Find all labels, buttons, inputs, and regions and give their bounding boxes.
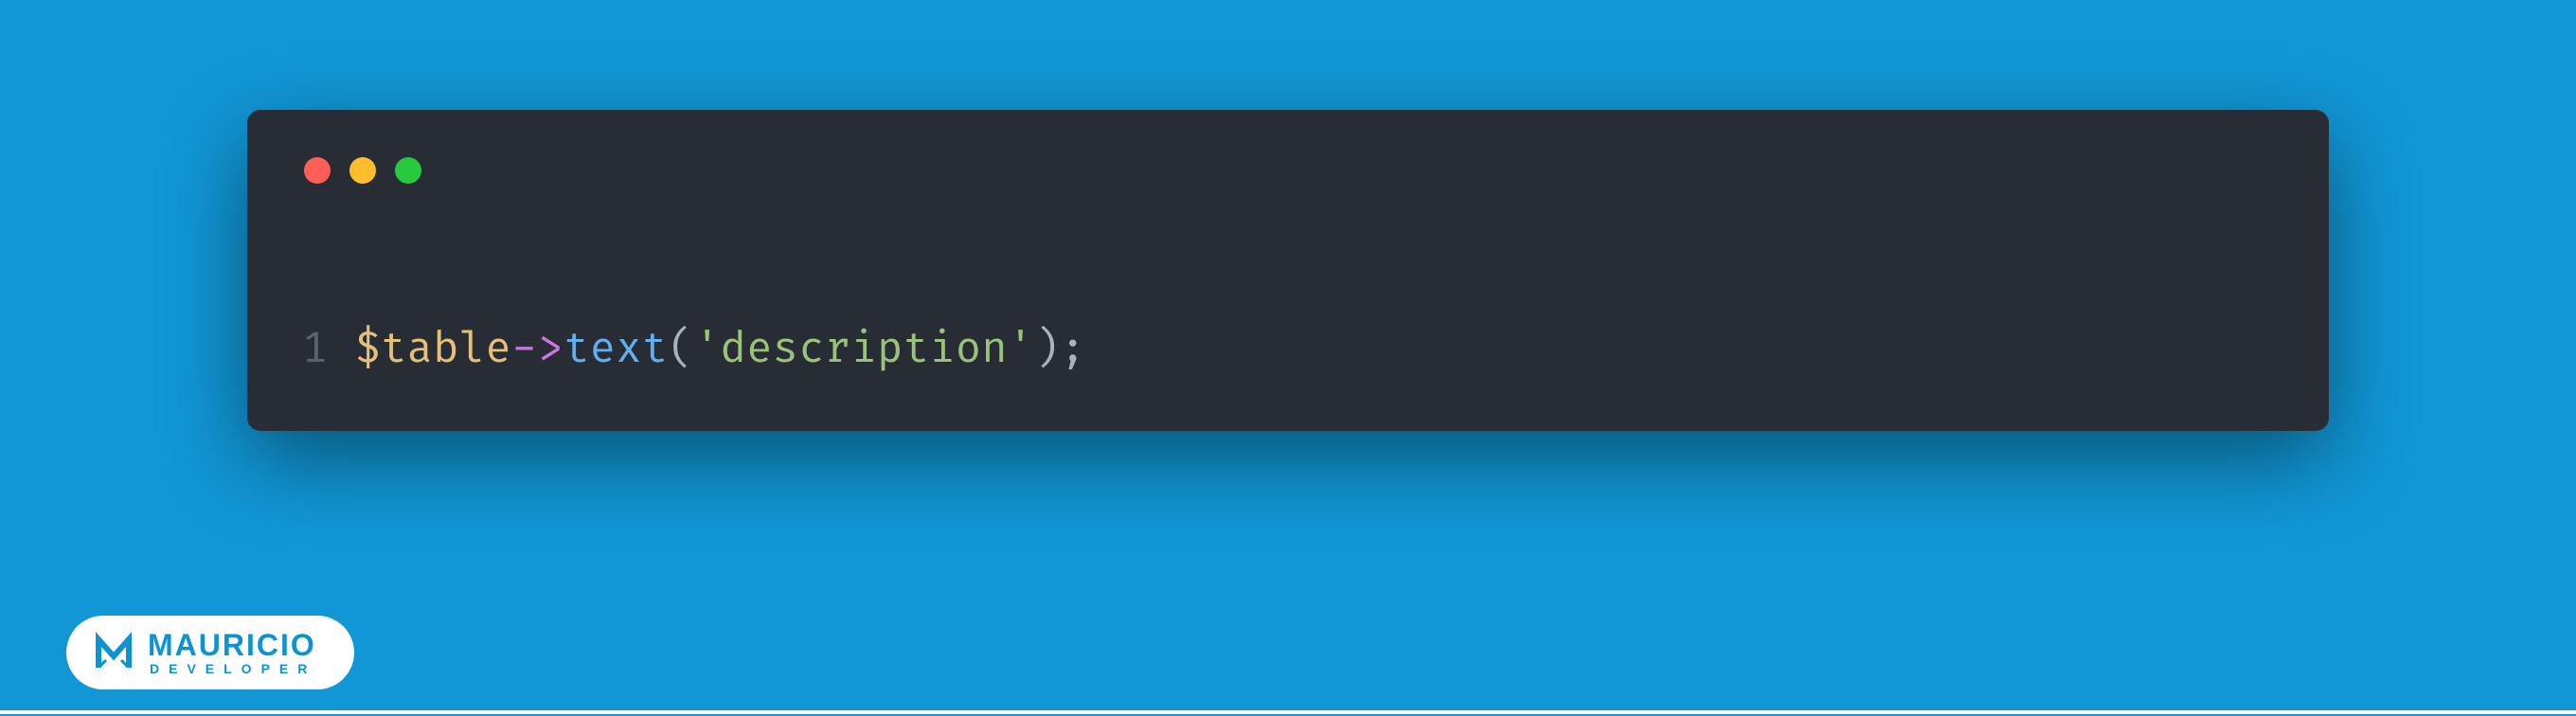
token-variable: $table [355,323,511,375]
badge-subtitle: DEVELOPER [150,662,316,675]
token-semicolon: ; [1060,323,1086,375]
maximize-icon[interactable] [395,157,421,184]
badge-title: MAURICIO [148,630,316,660]
line-number: 1 [302,323,329,375]
logo-icon [93,632,134,673]
token-close-paren: ) [1034,323,1061,375]
token-string: 'description' [694,323,1034,375]
bottom-divider [0,710,2576,714]
code-editor-window: 1 $table->text('description'); [247,110,2329,431]
token-open-paren: ( [669,323,695,375]
token-function: text [564,323,668,375]
window-traffic-lights [304,157,421,184]
code-line: 1 $table->text('description'); [302,323,1086,375]
close-icon[interactable] [304,157,331,184]
token-arrow: -> [511,323,564,375]
minimize-icon[interactable] [349,157,376,184]
author-badge: MAURICIO DEVELOPER [66,616,354,689]
